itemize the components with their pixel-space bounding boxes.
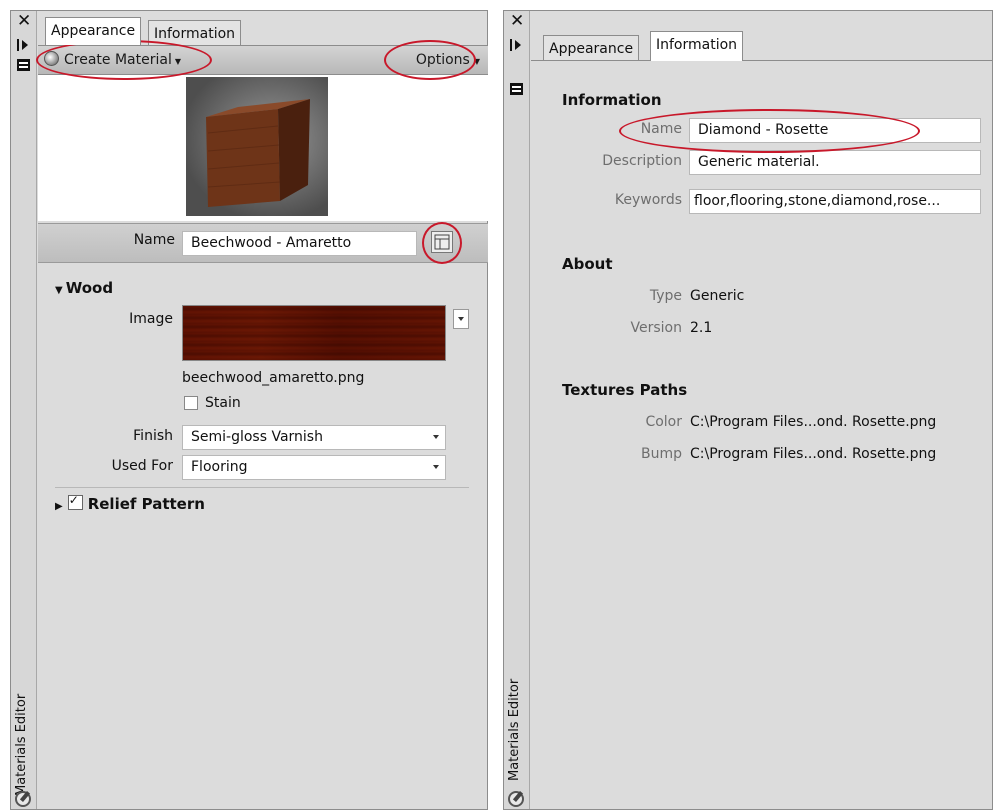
tab-label: Appearance <box>549 41 634 57</box>
tab-appearance[interactable]: Appearance <box>45 17 142 45</box>
color-label: Color <box>645 414 682 430</box>
swatch-browser-icon <box>434 234 450 250</box>
tab-information[interactable]: Information <box>650 31 744 61</box>
relief-pattern-section-header[interactable]: ▶ ✓ Relief Pattern <box>55 493 205 513</box>
version-label: Version <box>630 320 682 336</box>
close-icon[interactable]: ✕ <box>510 13 524 30</box>
color-path-value: C:\Program Files...ond. Rosette.png <box>690 414 937 430</box>
create-material-label: Create Material <box>64 52 172 68</box>
stain-label: Stain <box>205 395 241 411</box>
properties-icon[interactable] <box>17 59 30 71</box>
pin-icon[interactable] <box>509 38 525 52</box>
about-header: About <box>562 255 613 273</box>
cube-preview-image <box>206 99 310 207</box>
checkmark-icon: ✓ <box>68 493 79 507</box>
wood-texture-image[interactable] <box>182 305 446 361</box>
tab-information[interactable]: Information <box>148 20 242 45</box>
options-button[interactable]: Options ▼ <box>416 50 480 70</box>
used-for-value: Flooring <box>191 459 248 475</box>
finish-select[interactable]: Semi-gloss Varnish <box>182 425 446 450</box>
wood-section-header[interactable]: ▼ Wood <box>55 279 113 297</box>
wood-section-label: Wood <box>65 279 114 297</box>
preview-area <box>38 75 488 221</box>
information-header: Information <box>562 91 662 109</box>
relief-pattern-label: Relief Pattern <box>87 495 205 513</box>
tab-label: Information <box>656 37 738 53</box>
tab-appearance[interactable]: Appearance <box>543 35 640 61</box>
pin-icon[interactable] <box>16 38 32 52</box>
type-label: Type <box>649 288 682 304</box>
keywords-field[interactable]: floor,flooring,stone,diamond,rose... <box>689 189 981 214</box>
name-label: Name <box>640 121 682 137</box>
used-for-label: Used For <box>111 458 173 474</box>
expand-triangle-icon: ▼ <box>55 285 63 296</box>
textures-paths-header: Textures Paths <box>562 381 688 399</box>
name-label: Name <box>133 232 175 248</box>
material-icon <box>508 791 524 807</box>
image-label: Image <box>129 311 173 327</box>
panel-title: Materials Editor <box>14 693 29 796</box>
properties-icon[interactable] <box>510 83 523 95</box>
toolbar: Create Material ▼ Options ▼ <box>38 45 488 75</box>
create-material-icon <box>44 51 59 66</box>
used-for-select[interactable]: Flooring <box>182 455 446 480</box>
right-materials-editor-panel: ✕ Materials Editor Appearance Informatio… <box>503 10 993 810</box>
name-field[interactable]: Beechwood - Amaretto <box>182 231 417 256</box>
tab-label: Information <box>154 26 236 42</box>
name-field[interactable]: Diamond - Rosette <box>689 118 981 143</box>
chevron-down-icon <box>433 435 439 439</box>
chevron-down-icon <box>433 465 439 469</box>
right-side-strip: ✕ Materials Editor <box>504 11 530 809</box>
image-filename: beechwood_amaretto.png <box>182 370 365 386</box>
chevron-down-icon: ▼ <box>473 57 480 66</box>
expand-triangle-icon: ▶ <box>55 501 63 512</box>
swatch-browser-button[interactable] <box>431 231 453 253</box>
chevron-down-icon <box>458 317 464 321</box>
material-preview <box>186 77 328 216</box>
options-label: Options <box>415 52 470 68</box>
keywords-label: Keywords <box>614 192 682 208</box>
version-value: 2.1 <box>690 320 713 336</box>
panel-title: Materials Editor <box>507 678 522 781</box>
stain-checkbox[interactable] <box>184 396 198 410</box>
left-side-strip: ✕ Materials Editor <box>11 11 37 809</box>
type-value: Generic <box>690 288 745 304</box>
section-divider <box>55 487 469 488</box>
bump-path-value: C:\Program Files...ond. Rosette.png <box>690 446 937 462</box>
close-icon[interactable]: ✕ <box>17 13 31 30</box>
create-material-button[interactable]: Create Material ▼ <box>44 50 181 70</box>
finish-label: Finish <box>133 428 173 444</box>
description-field[interactable]: Generic material. <box>689 150 981 175</box>
material-icon <box>15 791 31 807</box>
finish-value: Semi-gloss Varnish <box>191 429 323 445</box>
tab-label: Appearance <box>51 23 136 39</box>
left-materials-editor-panel: ✕ Materials Editor Appearance Informatio… <box>10 10 488 810</box>
bump-label: Bump <box>640 446 682 462</box>
tab-baseline <box>531 60 993 61</box>
description-label: Description <box>602 153 682 169</box>
relief-checkbox[interactable]: ✓ <box>67 493 83 510</box>
chevron-down-icon: ▼ <box>174 57 181 66</box>
image-dropdown-button[interactable] <box>453 309 469 329</box>
